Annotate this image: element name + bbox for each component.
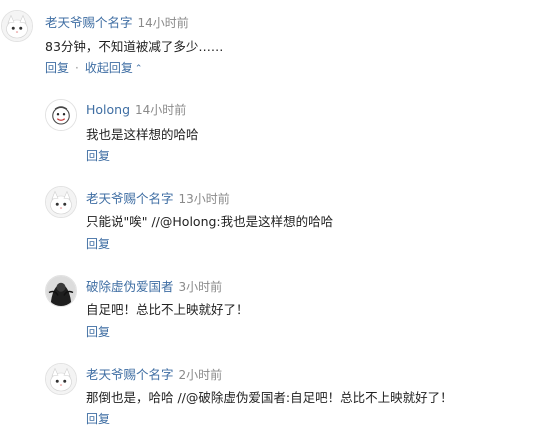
reply-actions: 回复: [86, 147, 110, 164]
reply-button[interactable]: 回复: [45, 61, 69, 75]
author-name[interactable]: 老天爷赐个名字: [86, 191, 174, 206]
reply-button[interactable]: 回复: [86, 237, 110, 251]
reply-avatar[interactable]: [45, 363, 77, 395]
cartoon-face-avatar-icon: [46, 100, 76, 130]
author-name[interactable]: 老天爷赐个名字: [86, 367, 174, 382]
comment-time: 14小时前: [135, 103, 187, 117]
reply-button[interactable]: 回复: [86, 325, 110, 339]
reply-text: 自足吧！总比不上映就好了！: [86, 302, 249, 317]
author-name[interactable]: 破除虚伪爱国者: [86, 279, 174, 294]
reply-button[interactable]: 回复: [86, 149, 110, 163]
chevron-up-icon: ⌃: [134, 64, 143, 74]
reply-text: 那倒也是，哈哈 //@破除虚伪爱国者:自足吧！总比不上映就好了！: [86, 390, 453, 405]
comment-actions: 回复 · 收起回复 ⌃: [45, 59, 142, 76]
reply-header: Holong 14小时前: [86, 101, 186, 118]
comment-time: 3小时前: [178, 280, 223, 294]
reply-header: 老天爷赐个名字 2小时前: [86, 364, 222, 383]
reply-header: 破除虚伪爱国者 3小时前: [86, 276, 222, 295]
action-separator: ·: [75, 61, 79, 75]
collapse-replies-button[interactable]: 收起回复 ⌃: [85, 61, 143, 75]
white-cat-avatar-icon: [2, 11, 32, 41]
white-cat-avatar-icon: [46, 187, 76, 217]
reply-text: 只能说"唉" //@Holong:我也是这样想的哈哈: [86, 214, 334, 229]
reply-button[interactable]: 回复: [86, 412, 110, 426]
reply-actions: 回复: [86, 323, 110, 340]
reply-avatar[interactable]: [45, 275, 77, 307]
collapse-replies-label: 收起回复: [84, 61, 133, 75]
comment-text: 83分钟，不知道被减了多少……: [45, 39, 224, 54]
reply-actions: 回复: [86, 410, 110, 427]
comment-time: 13小时前: [178, 192, 230, 206]
reply-avatar[interactable]: [45, 186, 77, 218]
author-name[interactable]: Holong: [86, 102, 130, 117]
reply-avatar[interactable]: [45, 99, 77, 131]
comment-time: 14小时前: [137, 16, 189, 30]
comment-avatar[interactable]: [1, 10, 33, 42]
reply-text: 我也是这样想的哈哈: [86, 127, 199, 142]
dark-figure-avatar-icon: [46, 276, 76, 306]
reply-header: 老天爷赐个名字 13小时前: [86, 188, 230, 207]
comment-time: 2小时前: [178, 368, 223, 382]
author-name[interactable]: 老天爷赐个名字: [45, 15, 133, 30]
reply-actions: 回复: [86, 235, 110, 252]
comment-header: 老天爷赐个名字 14小时前: [45, 12, 189, 31]
white-cat-avatar-icon: [46, 364, 76, 394]
